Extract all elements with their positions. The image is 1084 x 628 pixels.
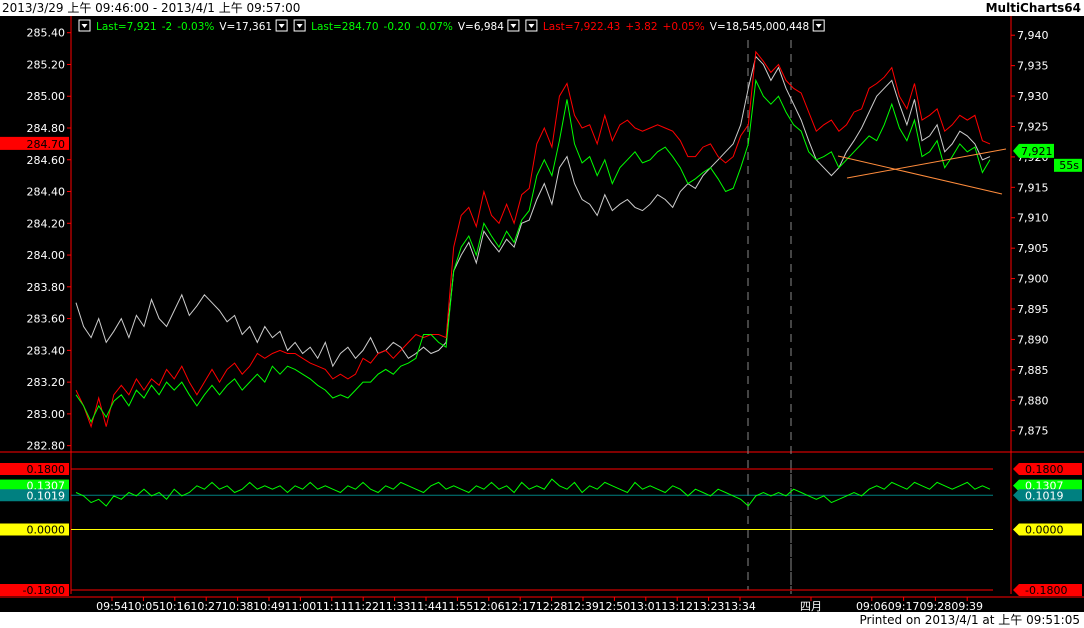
legend-chg: -2 [162,21,172,33]
x-tick-label: 12:50 [599,600,631,612]
series-line-red[interactable] [75,50,991,429]
right-tick-label: 7,885 [1017,364,1049,377]
right-tick-label: 7,930 [1017,90,1049,103]
left-tick-label: 285.20 [27,58,66,71]
legend-pct: +0.05% [663,21,705,33]
x-tick-label: 09:39 [951,600,983,612]
legend-chg: -0.20 [384,21,411,33]
legend-last: Last=284.70 [311,21,378,33]
legend-pct: -0.07% [416,21,453,33]
x-tick-label: 11:55 [442,600,474,612]
left-tick-label: 283.00 [27,408,66,421]
x-tick-label: 10:27 [190,600,222,612]
left-tick-label: 283.60 [27,313,66,326]
x-tick-label: 13:01 [630,600,662,612]
level-label-left: 0.0000 [27,524,66,537]
left-tick-label: 283.20 [27,376,66,389]
level-label-right: 0.1800 [1025,463,1064,476]
x-tick-label: 11:22 [347,600,379,612]
legend-vol: V=17,361 [219,21,272,33]
x-tick-label: 四月 [800,600,822,612]
x-tick-label: 10:05 [128,600,160,612]
right-last-marker-label: 7,921 [1021,145,1053,158]
right-tick-label: 7,895 [1017,303,1049,316]
right-tick-label: 7,890 [1017,333,1049,346]
right-tick-label: 7,900 [1017,273,1049,286]
countdown-label: 55s [1059,159,1079,172]
x-tick-label: 11:33 [379,600,411,612]
chart-area[interactable]: 285.40 285.20 285.00 284.80 284.60 284.40 284.… [0,16,1084,612]
x-tick-label: 09:06 [856,600,888,612]
legend-vol: V=6,984 [458,21,504,33]
left-tick-label: 283.40 [27,344,66,357]
left-last-marker-label: 284.70 [27,138,66,151]
right-tick-label: 7,940 [1017,29,1049,42]
x-tick-label: 09:17 [888,600,920,612]
left-tick-label: 284.80 [27,122,66,135]
level-label-left: -0.1800 [23,584,65,597]
x-tick-label: 13:12 [661,600,693,612]
x-tick-label: 11:44 [410,600,442,612]
right-tick-label: 7,910 [1017,212,1049,225]
title-bar: 2013/3/29 上午 09:46:00 - 2013/4/1 上午 09:5… [0,0,1084,16]
x-tick-label: 11:00 [285,600,317,612]
legend-vol: V=18,545,000,448 [710,21,809,33]
left-tick-label: 285.00 [27,90,66,103]
right-tick-label: 7,880 [1017,394,1049,407]
right-tick-label: 7,915 [1017,181,1049,194]
x-tick-label: 12:39 [567,600,599,612]
legend-chg: +3.82 [625,21,657,33]
right-tick-label: 7,905 [1017,242,1049,255]
left-tick-label: 283.80 [27,281,66,294]
legend-pct: -0.03% [177,21,214,33]
series-line-white[interactable] [75,55,991,368]
x-tick-label: 10:16 [159,600,191,612]
app-name: MultiCharts64 [985,1,1081,15]
right-tick-label: 7,875 [1017,425,1049,438]
x-tick-label: 09:54 [96,600,128,612]
left-tick-label: 284.40 [27,186,66,199]
level-label-left: 0.1800 [27,463,66,476]
date-range: 2013/3/29 上午 09:46:00 - 2013/4/1 上午 09:5… [2,1,301,15]
level-label-left: 0.1019 [27,489,66,502]
x-tick-label: 12:28 [536,600,568,612]
left-tick-label: 282.80 [27,440,66,453]
left-tick-label: 284.60 [27,154,66,167]
level-label-right: 0.0000 [1025,524,1064,537]
x-tick-label: 13:34 [724,600,756,612]
x-tick-label: 13:23 [693,600,725,612]
printed-on: Printed on 2013/4/1 at 上午 09:51:05 [859,613,1080,627]
left-tick-label: 284.00 [27,249,66,262]
x-tick-label: 11:11 [316,600,348,612]
level-label-right: -0.1800 [1025,584,1067,597]
footer-bar: Printed on 2013/4/1 at 上午 09:51:05 [0,612,1084,628]
left-tick-label: 284.20 [27,217,66,230]
level-label-right: 0.1019 [1025,489,1064,502]
legend-last: Last=7,922.43 [543,21,620,33]
x-tick-label: 12:06 [473,600,505,612]
x-tick-label: 10:38 [222,600,254,612]
x-tick-label: 09:28 [920,600,952,612]
x-tick-label: 10:49 [253,600,285,612]
right-tick-label: 7,925 [1017,120,1049,133]
left-tick-label: 285.40 [27,27,66,40]
right-tick-label: 7,935 [1017,60,1049,73]
legend-last: Last=7,921 [96,21,157,33]
x-tick-label: 12:17 [504,600,536,612]
indicator-line[interactable] [75,478,991,507]
